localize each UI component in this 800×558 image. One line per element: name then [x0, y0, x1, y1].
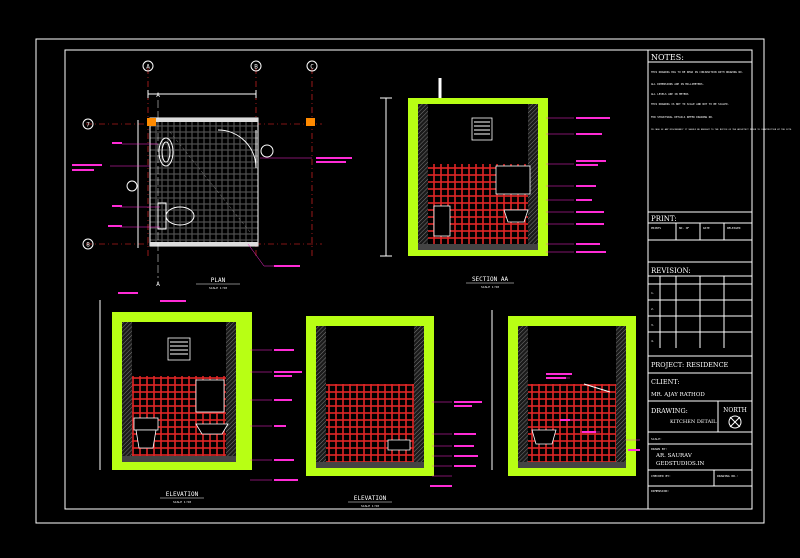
print-col-4: RELEASED — [727, 226, 741, 230]
note-3: ALL LEVELS ARE IN METERS — [651, 92, 689, 96]
dimension-label: DIMENSION: — [651, 489, 669, 493]
drawn-by-label: DRAWN BY: — [651, 447, 667, 451]
note-4: THIS DRAWING IS NOT TO SCALE AND NOT TO … — [651, 102, 729, 106]
drawing-label: DRAWING: — [651, 407, 688, 415]
plan-view: A B C 7 8 A A PLAN SCALE 1:50 — [72, 60, 352, 290]
revision-row-3: 3. — [651, 323, 655, 327]
plan-wall-top — [150, 118, 258, 122]
elevation-2-scale: SCALE 1:50 — [361, 504, 379, 508]
architect-name: GEDSTUDIOS.IN — [656, 461, 704, 467]
drawing-name: KITCHEN DETAIL — [670, 419, 717, 425]
wc-section — [433, 205, 451, 237]
section-marker-top: A — [156, 92, 160, 99]
revision-label: REVISION: — [651, 267, 691, 275]
section-title: SECTION AA — [472, 276, 509, 283]
section-scale: SCALE 1:50 — [481, 285, 499, 289]
section-aa-view: SECTION AA SCALE 1:50 — [380, 78, 610, 289]
exhaust-fan-icon-elev — [167, 337, 191, 361]
elevation-3-tiled-wall — [528, 384, 616, 462]
note-5: FOR STRUCTURAL DETAILS REFER DRAWING NO. — [651, 115, 713, 119]
drawn-by: AR. SAURAV — [655, 453, 693, 459]
cad-drawing-canvas: A B C 7 8 A A PLAN SCALE 1:50 SECTION AA… — [35, 38, 792, 524]
checked-by-label: CHECKED BY: — [651, 474, 671, 478]
wash-basin-elev — [195, 423, 229, 435]
revision-row-2: 2. — [651, 307, 655, 311]
grid-label-8: 8 — [86, 242, 90, 249]
wc-elev2 — [387, 439, 411, 451]
plan-wall-bottom — [150, 242, 258, 246]
project-label: PROJECT: RESIDENCE — [651, 361, 729, 369]
print-col-2: NO. OF — [679, 226, 689, 230]
notes-heading: NOTES: — [651, 53, 684, 62]
north-label: NORTH — [723, 407, 747, 414]
exhaust-fan-icon — [471, 117, 493, 141]
elevation-1-scale: SCALE 1:50 — [173, 500, 191, 504]
client-label: CLIENT: — [651, 378, 680, 386]
floor-trap-icon — [260, 144, 274, 158]
grid-label-7: 7 — [86, 122, 90, 129]
print-col-1: PRINTS — [651, 226, 661, 230]
column-left — [147, 118, 156, 126]
note-2: ALL DIMENSIONS ARE IN MILLIMETERS. — [651, 82, 704, 86]
section-marker-bottom: A — [156, 281, 160, 288]
note-1: THIS DRAWING HAS TO BE READ IN CONJUNCTI… — [651, 70, 743, 74]
elevation-2-title: ELEVATION — [354, 495, 387, 502]
plan-scale: SCALE 1:50 — [209, 286, 227, 290]
grid-label-c: C — [310, 64, 314, 71]
mirror-elev — [195, 379, 225, 413]
revision-row-1: 1. — [651, 291, 655, 295]
view-marker-v — [126, 180, 138, 192]
print-col-3: DATE — [703, 226, 710, 230]
grid-label-b: B — [254, 64, 258, 71]
wash-basin-elev3 — [531, 429, 557, 445]
client-name: MR. AJAY RATHOD — [651, 392, 705, 398]
title-block: NOTES: THIS DRAWING HAS TO BE READ IN CO… — [647, 49, 792, 510]
note-6: IN CASE OF ANY DISCREPANCY IT SHOULD BE … — [651, 128, 792, 131]
wash-basin-section — [503, 209, 529, 223]
scale-label: SCALE: — [651, 437, 662, 441]
elevation-2-view: ELEVATION SCALE 1:50 — [306, 316, 482, 508]
wc-pan-elev — [135, 429, 157, 449]
drawing-no-label: DRAWING NO.: — [717, 474, 739, 478]
wc-cistern-elev — [133, 417, 159, 431]
elevation-1-title: ELEVATION — [166, 491, 199, 498]
column-right — [306, 118, 315, 126]
elevation-3-view — [491, 310, 640, 476]
plan-title: PLAN — [211, 277, 226, 284]
elevation-1-view: ELEVATION SCALE 1:50 — [99, 292, 302, 504]
notes-list: THIS DRAWING HAS TO BE READ IN CONJUNCTI… — [651, 70, 792, 131]
revision-row-4: 4. — [651, 339, 655, 343]
mirror — [495, 165, 531, 195]
grid-label-a: A — [146, 64, 150, 71]
print-label: PRINT: — [651, 215, 677, 223]
